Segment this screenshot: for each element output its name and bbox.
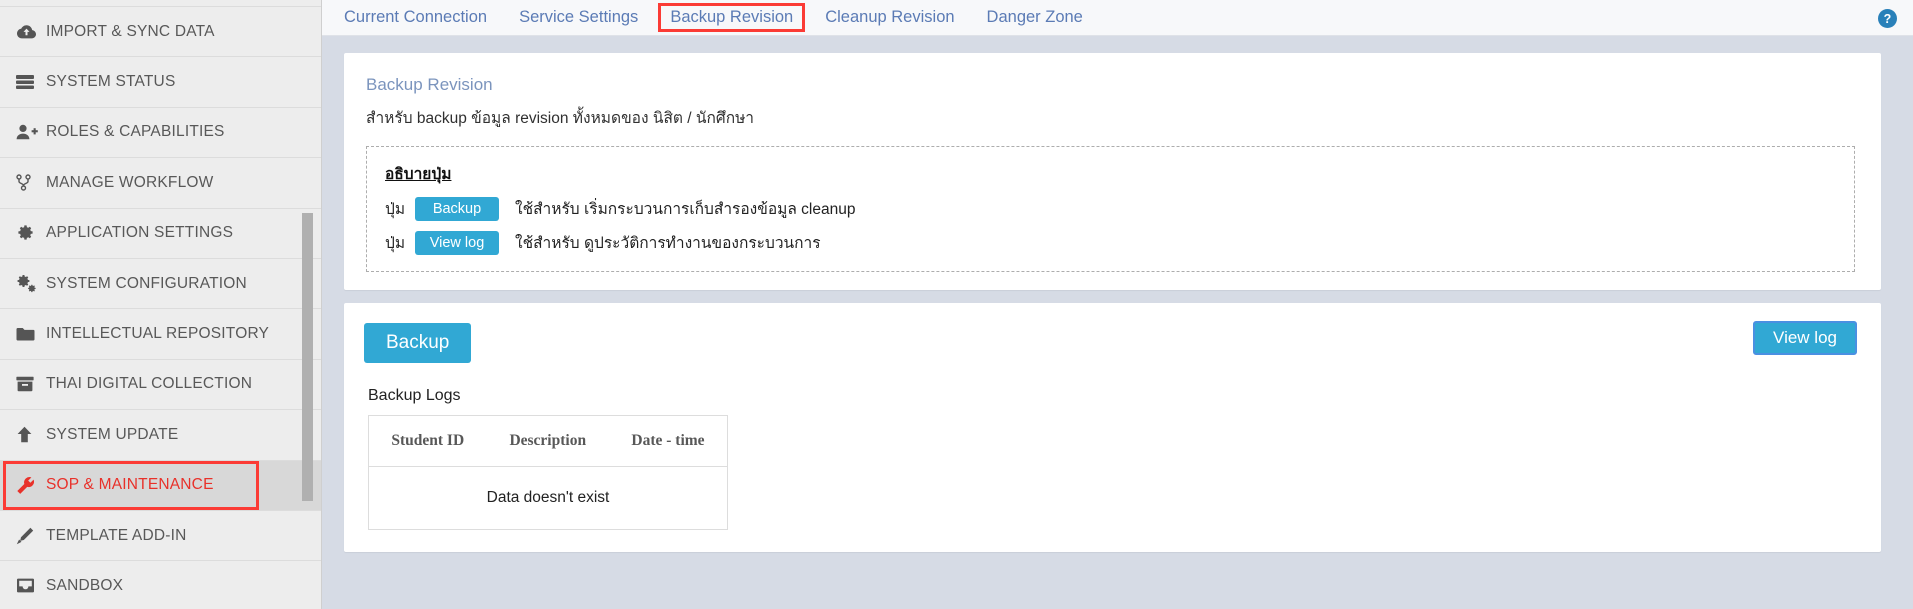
sidebar-scrollbar-thumb[interactable] bbox=[302, 213, 313, 501]
legend-description: ใช้สำหรับ ดูประวัติการทำงานของกระบวนการ bbox=[515, 235, 821, 252]
sidebar-item-manage-workflow[interactable]: MANAGE WORKFLOW bbox=[0, 158, 321, 209]
sidebar-item-label: APPLICATION SETTINGS bbox=[46, 224, 234, 242]
pencil-icon bbox=[16, 527, 46, 545]
branch-icon bbox=[16, 174, 46, 192]
legend-view-log-button-sample: View log bbox=[415, 230, 499, 255]
question-circle-icon[interactable]: ? bbox=[1878, 9, 1897, 28]
sidebar-item-label: ROLES & CAPABILITIES bbox=[46, 123, 225, 141]
table-header-row: Student ID Description Date - time bbox=[368, 415, 728, 467]
cloud-upload-icon bbox=[16, 24, 46, 40]
svg-text:?: ? bbox=[1884, 12, 1892, 26]
sidebar-item-system-update[interactable]: SYSTEM UPDATE bbox=[0, 410, 321, 461]
legend-heading: อธิบายปุ่ม bbox=[385, 166, 452, 183]
sidebar-item-label: SYSTEM CONFIGURATION bbox=[46, 274, 247, 292]
arrow-up-icon bbox=[16, 426, 46, 443]
column-header-description: Description bbox=[486, 415, 609, 467]
backup-logs-table: Student ID Description Date - time Data … bbox=[368, 415, 728, 530]
sidebar-item-sop-maintenance[interactable]: SOP & MAINTENANCE bbox=[0, 460, 321, 511]
column-header-date-time: Date - time bbox=[608, 415, 728, 467]
sidebar-item-label: SYSTEM UPDATE bbox=[46, 425, 179, 443]
tab-service-settings[interactable]: Service Settings bbox=[509, 5, 648, 30]
legend-prefix: ปุ่ม bbox=[385, 201, 406, 218]
panel-spacer bbox=[344, 290, 1881, 303]
button-legend-box: อธิบายปุ่ม ปุ่ม Backup ใช้สำหรับ เริ่มกร… bbox=[366, 146, 1855, 272]
sidebar-item-label: MANAGE WORKFLOW bbox=[46, 173, 214, 191]
sidebar-navigation: IMPORT & SYNC DATA SYSTEM STATUS ROLES &… bbox=[0, 0, 322, 609]
folder-icon bbox=[16, 327, 46, 342]
sidebar-item-thai-digital-collection[interactable]: THAI DIGITAL COLLECTION bbox=[0, 359, 321, 411]
sidebar-item-label: IMPORT & SYNC DATA bbox=[46, 22, 215, 40]
legend-prefix: ปุ่ม bbox=[385, 235, 406, 252]
sidebar-item-system-configuration[interactable]: SYSTEM CONFIGURATION bbox=[0, 258, 321, 310]
sidebar-item-roles-capabilities[interactable]: ROLES & CAPABILITIES bbox=[0, 107, 321, 159]
view-log-button[interactable]: View log bbox=[1753, 321, 1857, 355]
inbox-icon bbox=[16, 578, 46, 593]
backup-actions-panel: Backup View log Backup Logs Student ID D… bbox=[344, 303, 1881, 552]
sidebar-item-label: THAI DIGITAL COLLECTION bbox=[46, 375, 253, 393]
application-window: IMPORT & SYNC DATA SYSTEM STATUS ROLES &… bbox=[0, 0, 1913, 609]
sidebar-item-template-add-in[interactable]: TEMPLATE ADD-IN bbox=[0, 510, 321, 562]
column-header-student-id: Student ID bbox=[368, 415, 487, 467]
tab-backup-revision[interactable]: Backup Revision bbox=[658, 3, 806, 32]
tab-cleanup-revision[interactable]: Cleanup Revision bbox=[815, 5, 964, 30]
sidebar-item-label: SOP & MAINTENANCE bbox=[46, 476, 214, 494]
table-body: Data doesn't exist bbox=[369, 467, 728, 530]
tab-danger-zone[interactable]: Danger Zone bbox=[977, 5, 1093, 30]
sidebar-item-label: TEMPLATE ADD-IN bbox=[46, 526, 187, 544]
gear-icon bbox=[16, 224, 46, 242]
sidebar-item-import-sync-data[interactable]: IMPORT & SYNC DATA bbox=[0, 7, 321, 58]
legend-description: ใช้สำหรับ เริ่มกระบวนการเก็บสำรองข้อมูล … bbox=[515, 201, 856, 218]
tab-current-connection[interactable]: Current Connection bbox=[334, 5, 497, 30]
content-area: Backup Revision สำหรับ backup ข้อมูล rev… bbox=[322, 37, 1913, 609]
tab-bar: Current Connection Service Settings Back… bbox=[322, 0, 1913, 36]
gears-icon bbox=[16, 274, 46, 293]
user-plus-icon bbox=[16, 124, 46, 140]
backup-button[interactable]: Backup bbox=[364, 323, 472, 363]
page-description: สำหรับ backup ข้อมูล revision ทั้งหมดของ… bbox=[366, 110, 755, 127]
sidebar-item-label: SYSTEM STATUS bbox=[46, 73, 176, 91]
main-content: Current Connection Service Settings Back… bbox=[322, 0, 1913, 609]
table-row-empty: Data doesn't exist bbox=[369, 467, 728, 530]
server-icon bbox=[16, 74, 46, 90]
legend-backup-button-sample: Backup bbox=[415, 196, 499, 221]
backup-revision-info-panel: Backup Revision สำหรับ backup ข้อมูล rev… bbox=[344, 53, 1881, 290]
sidebar-item-intellectual-repository[interactable]: INTELLECTUAL REPOSITORY bbox=[0, 309, 321, 360]
legend-row-view-log: ปุ่ม View log ใช้สำหรับ ดูประวัติการทำงา… bbox=[385, 230, 1836, 255]
empty-state-message: Data doesn't exist bbox=[486, 489, 610, 506]
sidebar-item-system-status[interactable]: SYSTEM STATUS bbox=[0, 57, 321, 108]
backup-logs-title: Backup Logs bbox=[368, 387, 461, 404]
legend-row-backup: ปุ่ม Backup ใช้สำหรับ เริ่มกระบวนการเก็บ… bbox=[385, 196, 1836, 221]
sidebar-item-label: SANDBOX bbox=[46, 576, 124, 594]
archive-icon bbox=[16, 376, 46, 392]
page-title: Backup Revision bbox=[366, 75, 493, 94]
sidebar-top-divider bbox=[0, 0, 321, 7]
sidebar-item-sandbox[interactable]: SANDBOX bbox=[0, 561, 321, 609]
sidebar-item-label: INTELLECTUAL REPOSITORY bbox=[46, 325, 270, 343]
sidebar-item-application-settings[interactable]: APPLICATION SETTINGS bbox=[0, 208, 321, 259]
wrench-icon bbox=[16, 476, 46, 495]
